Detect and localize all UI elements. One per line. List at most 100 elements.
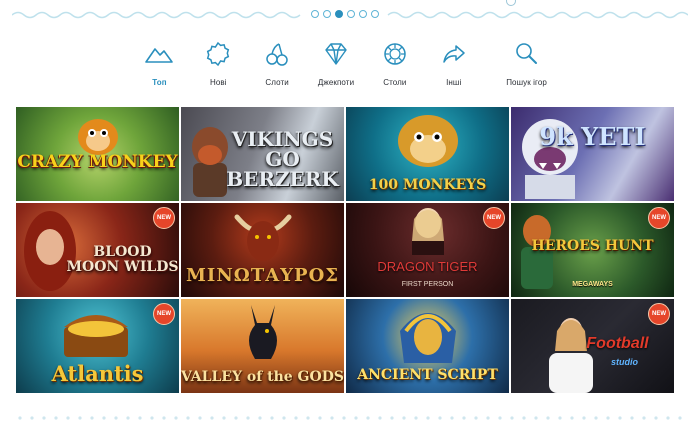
pharaoh-art	[400, 313, 456, 363]
decoration-dot	[210, 416, 214, 420]
new-badge: NEW	[648, 207, 670, 229]
game-tile[interactable]: HEROES HUNT MEGAWAYS NEW	[511, 203, 674, 297]
game-tile[interactable]: 100 MONKEYS	[346, 107, 509, 201]
game-title: DRAGON TIGER	[377, 259, 478, 274]
decoration-dot	[78, 416, 82, 420]
game-grid: CRAZY MONKEY VIKINGS GO BERZERK 100 MONK…	[16, 107, 675, 393]
game-tile[interactable]: VALLEY of the GODS	[181, 299, 344, 393]
game-title: CRAZY MONKEY	[17, 152, 178, 172]
decoration-dot	[450, 416, 454, 420]
monkey-art	[78, 119, 118, 155]
decoration-dot	[474, 416, 478, 420]
decoration-dot	[258, 416, 262, 420]
nav-item-tables[interactable]: Столи	[365, 40, 424, 90]
page: Топ Нові Слоти Джекпоти Столи Інші Пошук…	[0, 0, 699, 434]
badge-icon	[203, 40, 233, 68]
treasure-chest-art	[64, 315, 128, 357]
game-tile[interactable]: DRAGON TIGER FIRST PERSON NEW	[346, 203, 509, 297]
nav-item-jackpots[interactable]: Джекпоти	[307, 40, 366, 90]
decoration-dot	[654, 416, 658, 420]
game-tile[interactable]: BLOOD MOON WILDS NEW	[16, 203, 179, 297]
game-tile[interactable]: CRAZY MONKEY	[16, 107, 179, 201]
decoration-dot	[438, 416, 442, 420]
decoration-dot	[378, 416, 382, 420]
decoration-dot	[330, 416, 334, 420]
decoration-dot	[54, 416, 58, 420]
decoration-dot	[630, 416, 634, 420]
decoration-dot	[402, 416, 406, 420]
decoration-dot	[522, 416, 526, 420]
game-subtitle: MEGAWAYS	[572, 281, 613, 288]
nav-label-other: Інші	[446, 78, 462, 87]
nav-item-new[interactable]: Нові	[189, 40, 248, 90]
nav-item-top[interactable]: Топ	[130, 40, 189, 90]
decoration-dot	[198, 416, 202, 420]
decoration-dot	[498, 416, 502, 420]
game-title: VALLEY of the GODS	[181, 369, 344, 385]
game-tile[interactable]: VIKINGS GO BERZERK	[181, 107, 344, 201]
ring-decoration	[506, 0, 516, 6]
decoration-dot	[186, 416, 190, 420]
decoration-dot	[390, 416, 394, 420]
nav-item-other[interactable]: Інші	[424, 40, 483, 90]
decoration-dot	[534, 416, 538, 420]
decoration-dot	[318, 416, 322, 420]
decoration-dot	[150, 416, 154, 420]
game-tile[interactable]: Football studio NEW	[511, 299, 674, 393]
monkey-art	[398, 115, 458, 167]
game-title: ANCIENT SCRIPT	[357, 367, 498, 383]
game-subtitle: FIRST PERSON	[401, 281, 454, 288]
decoration-dot	[510, 416, 514, 420]
game-tile[interactable]: 9k YETI	[511, 107, 674, 201]
game-tile[interactable]: ANCIENT SCRIPT	[346, 299, 509, 393]
decoration-dot	[42, 416, 46, 420]
diamond-icon	[321, 40, 351, 68]
decoration-dot	[618, 416, 622, 420]
decoration-dot	[66, 416, 70, 420]
nav-label-search: Пошук ігор	[506, 78, 547, 87]
decoration-dot	[126, 416, 130, 420]
anubis-art	[249, 305, 277, 359]
decoration-dot	[582, 416, 586, 420]
pagination-dot-2[interactable]	[323, 10, 331, 18]
new-badge: NEW	[648, 303, 670, 325]
game-title: 9k YETI	[539, 122, 646, 151]
pagination-dot-4[interactable]	[347, 10, 355, 18]
share-arrow-icon	[439, 40, 469, 68]
decoration-dot	[138, 416, 142, 420]
decoration-dot	[294, 416, 298, 420]
decoration-dot	[30, 416, 34, 420]
nav-item-search[interactable]: Пошук ігор	[483, 40, 570, 90]
decoration-dot	[462, 416, 466, 420]
decoration-dot	[366, 416, 370, 420]
decoration-dot	[102, 416, 106, 420]
game-tile[interactable]: ΜΙΝΩΤΑΥΡΟΣ	[181, 203, 344, 297]
nav-label-new: Нові	[209, 78, 227, 87]
game-title: Atlantis	[51, 361, 144, 386]
game-tile[interactable]: Atlantis NEW	[16, 299, 179, 393]
pagination-dot-3[interactable]	[335, 10, 343, 18]
decoration-dot	[594, 416, 598, 420]
new-badge: NEW	[483, 207, 505, 229]
decoration-dot	[546, 416, 550, 420]
decoration-dot	[114, 416, 118, 420]
game-title: 100 MONKEYS	[368, 177, 487, 193]
game-title: VIKINGS GO BERZERK	[226, 127, 339, 191]
mountain-icon	[144, 40, 174, 68]
game-title: BLOOD MOON WILDS	[66, 244, 179, 275]
decoration-dot	[426, 416, 430, 420]
nav-item-slots[interactable]: Слоти	[248, 40, 307, 90]
pagination-dot-6[interactable]	[371, 10, 379, 18]
decoration-dot	[246, 416, 250, 420]
pagination-dot-5[interactable]	[359, 10, 367, 18]
category-nav: Топ Нові Слоти Джекпоти Столи Інші Пошук…	[130, 40, 570, 90]
decoration-dot	[642, 416, 646, 420]
decoration-dot	[234, 416, 238, 420]
minotaur-art	[234, 214, 292, 261]
pagination-dot-1[interactable]	[311, 10, 319, 18]
decoration-dot	[342, 416, 346, 420]
dealer-art	[412, 208, 444, 255]
cherries-icon	[262, 40, 292, 68]
new-badge: NEW	[153, 207, 175, 229]
decoration-dot	[270, 416, 274, 420]
